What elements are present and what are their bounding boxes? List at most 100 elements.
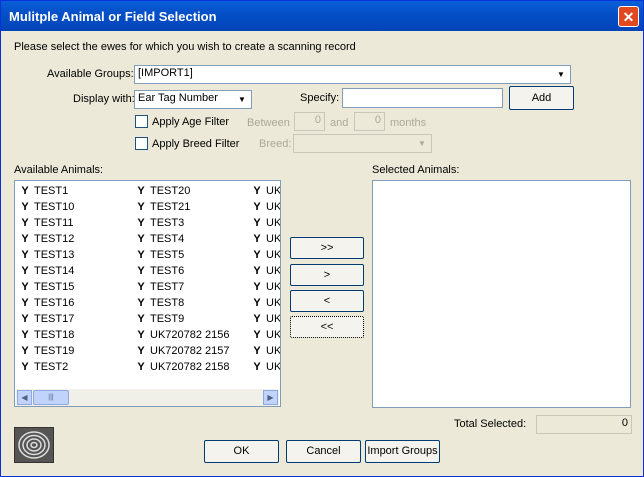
list-item[interactable]: Y TEST8: [135, 295, 230, 311]
remove-selected-button[interactable]: <: [290, 290, 364, 312]
list-item[interactable]: Y UK: [251, 231, 281, 247]
ok-button[interactable]: OK: [204, 440, 279, 463]
animal-column-2: Y TEST20 Y TEST21 Y TEST3 Y TEST4 Y TEST5 Y TEST6 Y T…: [135, 183, 230, 375]
animal-tag: UK: [266, 329, 281, 341]
specify-input[interactable]: [342, 88, 503, 108]
age-min-input[interactable]: 0: [294, 112, 325, 131]
animal-tag: UK: [266, 281, 281, 293]
list-item[interactable]: Y UK: [251, 279, 281, 295]
list-item[interactable]: Y TEST16: [19, 295, 74, 311]
sheep-head-icon: Y: [137, 185, 145, 197]
list-item[interactable]: Y UK: [251, 359, 281, 375]
list-item[interactable]: Y TEST12: [19, 231, 74, 247]
import-groups-button[interactable]: Import Groups: [365, 440, 440, 463]
list-item[interactable]: Y UK: [251, 215, 280, 231]
list-item[interactable]: Y UK720782 2156: [135, 327, 229, 343]
animal-tag: UK: [266, 265, 281, 277]
animal-tag: UK720782 2158: [150, 361, 230, 373]
list-item[interactable]: Y TEST19: [19, 343, 74, 359]
sheep-head-icon: Y: [21, 265, 29, 277]
sheep-head-icon: Y: [253, 361, 261, 373]
available-groups-select[interactable]: [IMPORT1] ▼: [134, 65, 571, 84]
animal-tag: TEST9: [150, 313, 185, 325]
sheep-head-icon: Y: [21, 329, 29, 341]
list-item[interactable]: Y TEST6: [135, 263, 230, 279]
chevron-down-icon[interactable]: ▼: [234, 92, 250, 108]
scroll-thumb[interactable]: |||: [33, 390, 69, 405]
age-filter-checkbox[interactable]: [135, 115, 148, 128]
animal-tag: UK: [266, 249, 281, 261]
animal-tag: UK: [266, 233, 281, 245]
sheep-head-icon: Y: [137, 201, 145, 213]
scroll-right-icon[interactable]: ▶: [263, 390, 278, 405]
sheep-head-icon: Y: [137, 345, 145, 357]
list-item[interactable]: Y TEST9: [135, 311, 230, 327]
chevron-down-icon[interactable]: ▼: [414, 136, 430, 152]
breed-filter-label: Apply Breed Filter: [152, 138, 240, 150]
list-item[interactable]: Y UK: [251, 199, 281, 215]
list-item[interactable]: Y TEST10: [19, 199, 74, 215]
scroll-left-icon[interactable]: ◀: [17, 390, 32, 405]
instruction-text: Please select the ewes for which you wis…: [14, 41, 356, 53]
list-item[interactable]: Y UK: [251, 311, 280, 327]
animal-tag: TEST7: [150, 281, 185, 293]
age-filter-label: Apply Age Filter: [152, 116, 230, 128]
sheep-head-icon: Y: [253, 297, 261, 309]
animal-tag: UK720782 2157: [150, 345, 230, 357]
horizontal-scrollbar[interactable]: ◀ ||| ▶: [16, 389, 279, 406]
display-with-select[interactable]: Ear Tag Number ▼: [134, 90, 252, 109]
list-item[interactable]: Y UK: [251, 263, 281, 279]
list-item[interactable]: Y UK: [251, 183, 280, 199]
animal-tag: TEST17: [34, 313, 75, 325]
list-item[interactable]: Y UK: [251, 247, 281, 263]
animal-tag: UK: [266, 361, 281, 373]
list-item[interactable]: Y UK720782 2158: [135, 359, 230, 375]
animal-tag: TEST6: [150, 265, 185, 277]
display-with-label: Display with:: [73, 93, 135, 105]
sheep-head-icon: Y: [137, 281, 145, 293]
list-item[interactable]: Y TEST17: [19, 311, 74, 327]
breed-select[interactable]: ▼: [293, 134, 432, 153]
breed-filter-checkbox[interactable]: [135, 137, 148, 150]
between-label: Between: [247, 117, 290, 129]
chevron-down-icon[interactable]: ▼: [553, 67, 569, 83]
list-item[interactable]: Y TEST3: [135, 215, 230, 231]
sheep-head-icon: Y: [137, 265, 145, 277]
cancel-button[interactable]: Cancel: [286, 440, 361, 463]
list-item[interactable]: Y TEST2: [19, 359, 74, 375]
animal-tag: TEST15: [34, 281, 75, 293]
list-item[interactable]: Y TEST7: [135, 279, 230, 295]
list-item[interactable]: Y TEST14: [19, 263, 74, 279]
list-item[interactable]: Y TEST18: [19, 327, 74, 343]
sheep-head-icon: Y: [253, 313, 261, 325]
list-item[interactable]: Y TEST11: [19, 215, 74, 231]
selected-animals-list[interactable]: [372, 180, 631, 408]
list-item[interactable]: Y TEST20: [135, 183, 230, 199]
list-item[interactable]: Y TEST1: [19, 183, 74, 199]
list-item[interactable]: Y UK: [251, 343, 280, 359]
title-bar[interactable]: Mulitple Animal or Field Selection ✕: [1, 1, 643, 31]
list-item[interactable]: Y TEST4: [135, 231, 230, 247]
list-item[interactable]: Y UK: [251, 327, 281, 343]
age-max-input[interactable]: 0: [354, 112, 385, 131]
sheep-head-icon: Y: [21, 201, 29, 213]
list-item[interactable]: Y TEST5: [135, 247, 230, 263]
animal-tag: UK: [266, 201, 281, 213]
list-item[interactable]: Y TEST21: [135, 199, 230, 215]
sheep-head-icon: Y: [137, 297, 145, 309]
list-item[interactable]: Y UK: [251, 295, 280, 311]
list-item[interactable]: Y TEST13: [19, 247, 74, 263]
add-selected-button[interactable]: >: [290, 264, 364, 286]
list-item[interactable]: Y UK720782 2157: [135, 343, 230, 359]
add-button[interactable]: Add: [509, 86, 574, 110]
list-item[interactable]: Y TEST15: [19, 279, 74, 295]
available-animals-list[interactable]: Y TEST1 Y TEST10 Y TEST11 Y TEST12 Y TEST13 Y TEST1…: [14, 180, 281, 407]
sheep-head-icon: Y: [137, 313, 145, 325]
close-button[interactable]: ✕: [618, 6, 639, 27]
add-all-button[interactable]: >>: [290, 237, 364, 259]
animal-tag: TEST12: [34, 233, 75, 245]
animal-tag: TEST1: [34, 185, 69, 197]
remove-all-button[interactable]: <<: [290, 316, 364, 338]
animal-tag: TEST3: [150, 217, 185, 229]
sheep-head-icon: Y: [21, 217, 29, 229]
